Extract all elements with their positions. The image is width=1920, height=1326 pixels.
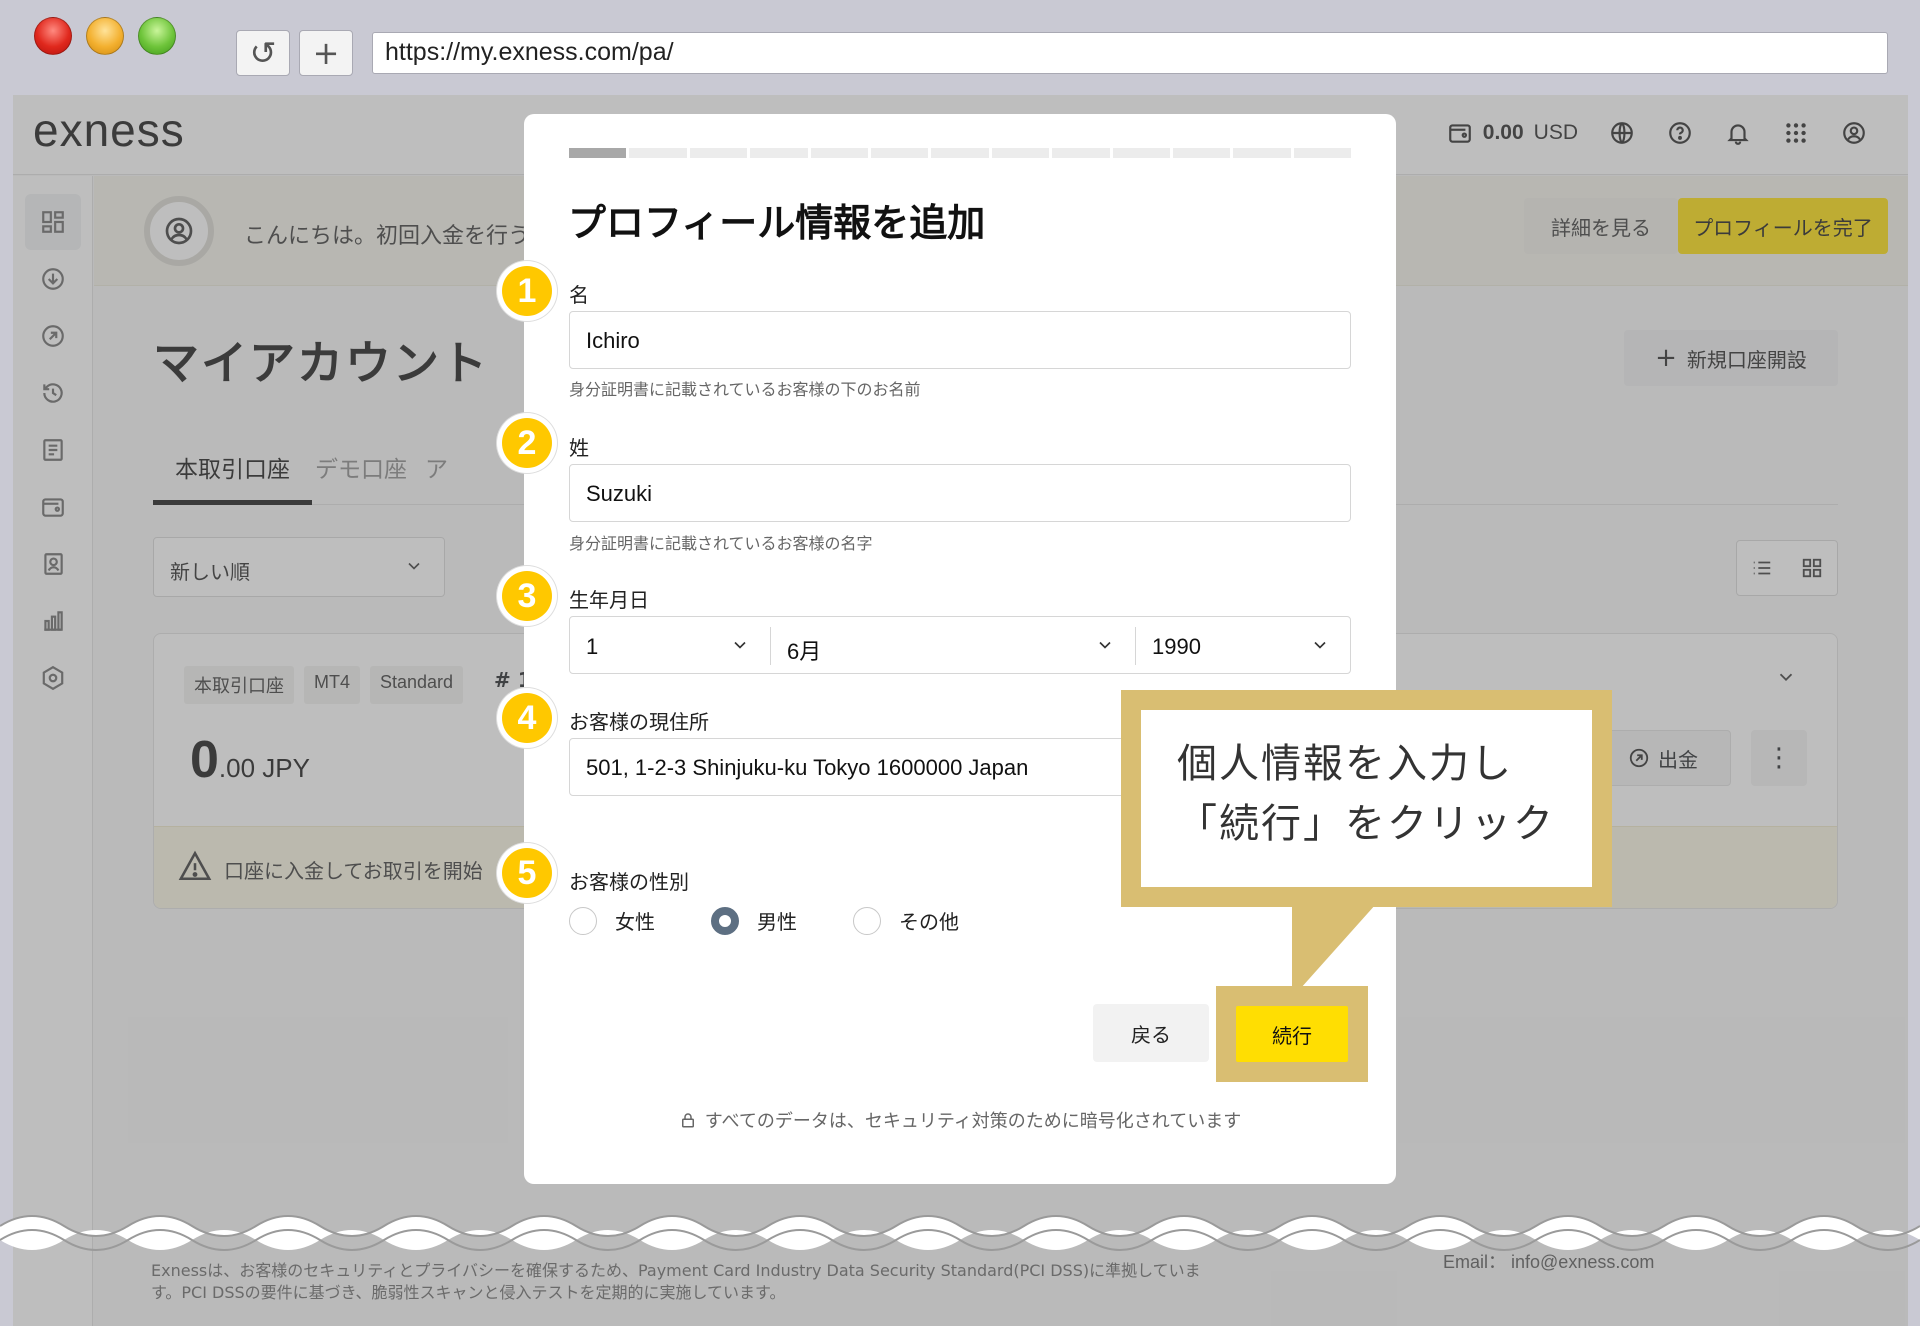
progress-segment (991, 148, 1050, 158)
progress-segment (569, 148, 627, 158)
birth-year-value: 1990 (1152, 634, 1201, 659)
progress-segment (750, 148, 808, 158)
progress-segment (931, 148, 989, 158)
modal-title: プロフィール情報を追加 (568, 201, 986, 245)
birth-month-value: 6月 (787, 639, 822, 664)
progress-segment (810, 148, 868, 158)
chevron-down-icon (734, 641, 746, 649)
minimize-window-button[interactable] (86, 17, 124, 55)
callout-line-2: 「続行」をクリック (1177, 801, 1555, 847)
birth-year-select[interactable]: 1990 (1136, 617, 1350, 673)
last-name-input[interactable]: Suzuki (569, 464, 1351, 522)
birth-day-select[interactable]: 1 (570, 617, 770, 673)
close-window-button[interactable] (34, 17, 72, 55)
birth-month-select[interactable]: 6月 (771, 617, 1135, 673)
security-note: すべてのデータは、セキュリティ対策のために暗号化されています (524, 1107, 1396, 1133)
callout-line-1: 個人情報を入力し (1177, 741, 1513, 787)
gender-radio-male[interactable] (711, 906, 739, 935)
first-name-label: 名 (569, 283, 589, 307)
lock-icon (681, 1113, 694, 1128)
progress-segment (1172, 148, 1231, 158)
first-name-hint: 身分証明書に記載されているお客様の下のお名前 (569, 380, 921, 399)
callout-content: 個人情報を入力し 「続行」をクリック (1141, 710, 1592, 887)
birthdate-label: 生年月日 (569, 588, 649, 612)
back-button[interactable]: 戻る (1093, 1004, 1209, 1062)
progress-segment (1293, 148, 1352, 158)
progress-bar (569, 148, 1352, 158)
progress-segment (870, 148, 929, 158)
step-number: 1 (502, 266, 552, 316)
step-badge-3: 3 (497, 566, 557, 626)
chevron-down-icon (1099, 641, 1111, 649)
instruction-callout: 個人情報を入力し 「続行」をクリック (1121, 690, 1612, 907)
reload-button[interactable]: ↺ (236, 30, 290, 76)
progress-segment (1112, 148, 1170, 158)
browser-chrome: ↺ + https://my.exness.com/pa/ (0, 0, 1920, 95)
wavy-separator (0, 1215, 1920, 1251)
maximize-window-button[interactable] (138, 17, 176, 55)
gender-label-male[interactable]: 男性 (757, 906, 797, 935)
step-badge-4: 4 (497, 688, 557, 748)
birthdate-fields: 1 6月 1990 (569, 616, 1351, 674)
step-number: 4 (502, 693, 552, 743)
profile-modal: プロフィール情報を追加 名 Ichiro 身分証明書に記載されているお客様の下の… (524, 114, 1396, 1184)
address-label: お客様の現住所 (569, 710, 709, 734)
gender-radio-other[interactable] (853, 906, 881, 935)
progress-segment (689, 148, 748, 158)
birth-day-value: 1 (586, 634, 599, 659)
chevron-down-icon (1314, 641, 1326, 649)
step-number: 2 (502, 418, 552, 468)
last-name-hint: 身分証明書に記載されているお客様の名字 (569, 534, 873, 553)
first-name-input[interactable]: Ichiro (569, 311, 1351, 369)
step-badge-1: 1 (497, 261, 557, 321)
new-tab-button[interactable]: + (299, 30, 353, 76)
gender-label: お客様の性別 (569, 870, 689, 894)
step-badge-2: 2 (497, 413, 557, 473)
gender-label-female[interactable]: 女性 (615, 906, 655, 935)
gender-label-other[interactable]: その他 (899, 906, 959, 935)
callout-tail (1292, 904, 1376, 998)
step-badge-5: 5 (497, 843, 557, 903)
address-bar[interactable]: https://my.exness.com/pa/ (372, 32, 1888, 74)
gender-options: 女性 男性 その他 (569, 906, 1015, 935)
gender-radio-female[interactable] (569, 906, 597, 935)
continue-button[interactable]: 続行 (1236, 1006, 1348, 1062)
step-number: 5 (502, 848, 552, 898)
progress-segment (1233, 148, 1291, 158)
progress-segment (629, 148, 687, 158)
progress-segment (1052, 148, 1110, 158)
last-name-label: 姓 (569, 436, 589, 460)
security-note-text: すべてのデータは、セキュリティ対策のために暗号化されています (704, 1111, 1242, 1132)
step-number: 3 (502, 571, 552, 621)
